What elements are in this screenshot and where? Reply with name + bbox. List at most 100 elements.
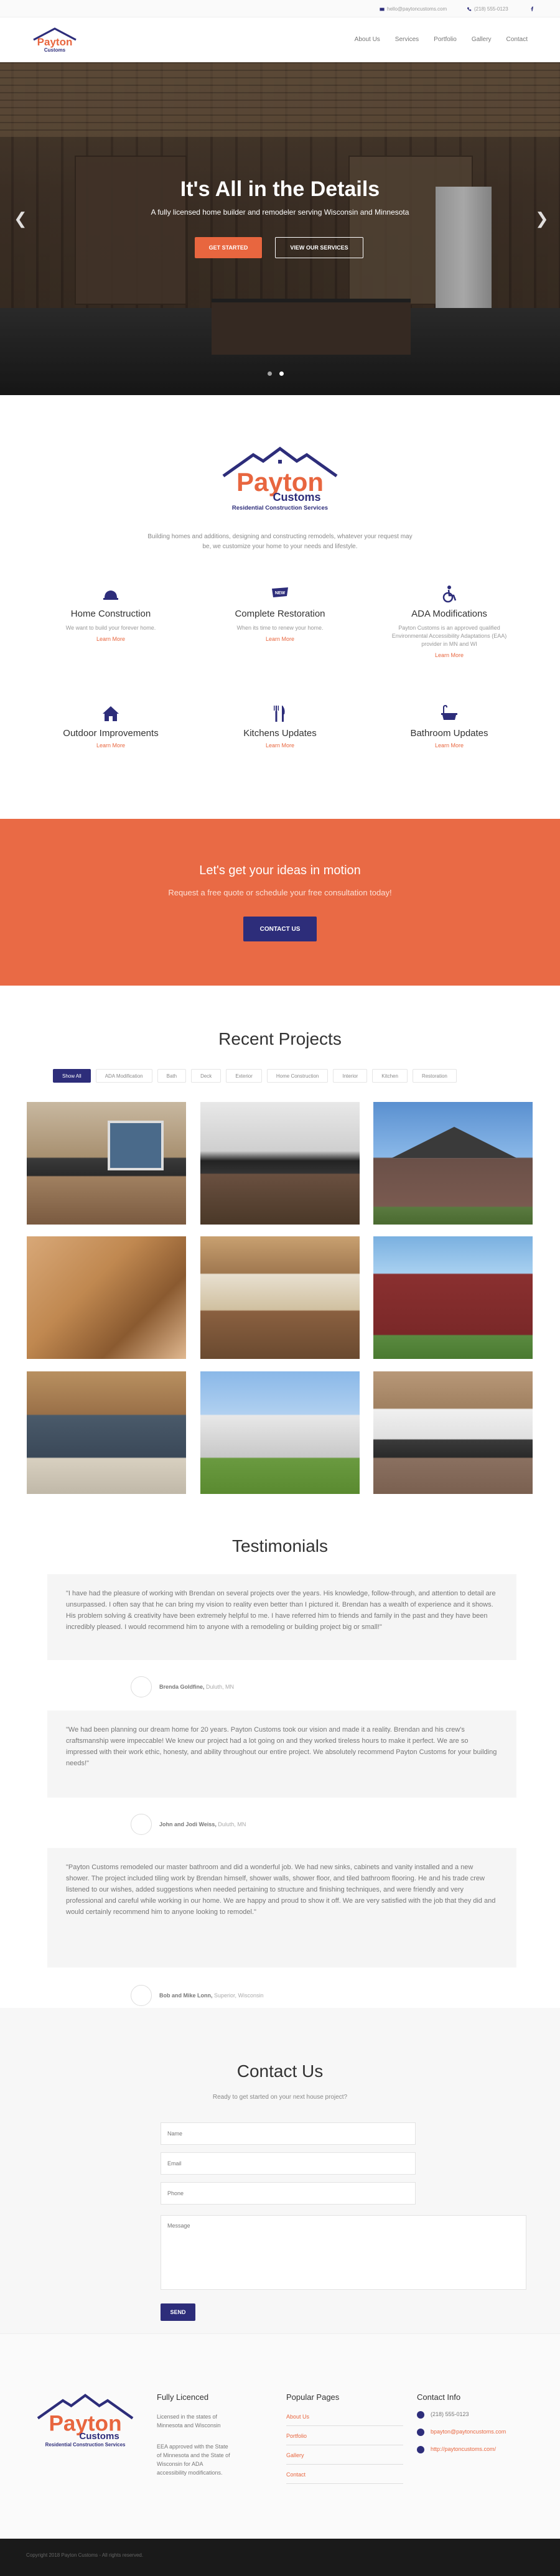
contact-title: Contact Us bbox=[236, 2061, 324, 2081]
footer-link-contact[interactable]: Contact bbox=[286, 2471, 403, 2484]
copyright-text: Copyright 2018 Payton Customs - All righ… bbox=[26, 2552, 144, 2558]
service-complete-restoration: NEW Complete Restoration When its time t… bbox=[199, 585, 361, 644]
nav-about[interactable]: About Us bbox=[355, 36, 380, 43]
author-name: John and Jodi Weiss, bbox=[159, 1821, 217, 1827]
nav-contact[interactable]: Contact bbox=[506, 36, 528, 43]
service-outdoor-improvements: Outdoor Improvements Learn More bbox=[30, 704, 192, 750]
filter-show-all[interactable]: Show All bbox=[53, 1069, 91, 1083]
avatar bbox=[131, 1985, 152, 2006]
author-location: Duluth, MN bbox=[218, 1821, 246, 1827]
wheelchair-icon bbox=[442, 586, 457, 603]
topbar-email[interactable]: hello@paytoncustoms.com bbox=[380, 6, 447, 12]
project-thumbnail[interactable] bbox=[373, 1236, 533, 1359]
service-text: Payton Customs is an approved qualified … bbox=[391, 625, 507, 647]
nav-services[interactable]: Services bbox=[395, 36, 419, 43]
hard-hat-icon bbox=[103, 590, 118, 600]
nav-portfolio[interactable]: Portfolio bbox=[434, 36, 457, 43]
home-icon bbox=[103, 706, 119, 721]
phone-field[interactable] bbox=[161, 2182, 416, 2205]
testimonial-quote: "I have had the pleasure of working with… bbox=[66, 1590, 496, 1631]
learn-more-link[interactable]: Learn More bbox=[266, 742, 294, 749]
learn-more-link[interactable]: Learn More bbox=[435, 652, 464, 658]
hero-title: It's All in the Details bbox=[180, 177, 380, 201]
service-title: Home Construction bbox=[70, 609, 151, 619]
project-thumbnail[interactable] bbox=[200, 1102, 360, 1225]
footer-contact-title: Contact Info bbox=[417, 2392, 461, 2402]
filter-exterior[interactable]: Exterior bbox=[226, 1069, 262, 1083]
slider-prev-icon[interactable]: ❮ bbox=[14, 209, 27, 228]
svg-text:Residential Construction Servi: Residential Construction Services bbox=[45, 2442, 126, 2448]
author-name: Brenda Goldfine, bbox=[159, 1684, 205, 1690]
footer-pages-title: Popular Pages bbox=[286, 2392, 340, 2402]
topbar-phone[interactable]: (218) 555-0123 bbox=[467, 6, 508, 12]
avatar bbox=[131, 1676, 152, 1697]
main-nav: About Us Services Portfolio Gallery Cont… bbox=[355, 36, 528, 43]
testimonial-quote: "We had been planning our dream home for… bbox=[66, 1726, 497, 1767]
phone-icon bbox=[417, 2411, 424, 2419]
cta-title: Let's get your ideas in motion bbox=[199, 864, 361, 877]
slider-dot[interactable] bbox=[268, 371, 272, 376]
service-title: Bathroom Updates bbox=[410, 728, 488, 739]
service-title: ADA Modifications bbox=[411, 609, 487, 619]
contact-subtitle: Ready to get started on your next house … bbox=[212, 2094, 348, 2101]
filter-interior[interactable]: Interior bbox=[333, 1069, 368, 1083]
facebook-icon[interactable] bbox=[530, 6, 534, 11]
slider-dot[interactable] bbox=[279, 371, 284, 376]
logo-name-top: Payton bbox=[37, 36, 73, 48]
footer-link-about[interactable]: About Us bbox=[286, 2414, 403, 2426]
filter-restoration[interactable]: Restoration bbox=[412, 1069, 457, 1083]
filter-home-construction[interactable]: Home Construction bbox=[266, 1069, 329, 1083]
nav-gallery[interactable]: Gallery bbox=[472, 36, 492, 43]
logo[interactable]: Payton Customs bbox=[30, 26, 80, 54]
cta-subtitle: Request a free quote or schedule your fr… bbox=[168, 888, 392, 897]
message-field[interactable] bbox=[161, 2215, 526, 2290]
email-field[interactable] bbox=[161, 2152, 416, 2175]
send-button[interactable]: SEND bbox=[161, 2303, 195, 2321]
testimonial-card: "Payton Customs remodeled our master bat… bbox=[47, 1848, 516, 1967]
project-thumbnail[interactable] bbox=[27, 1371, 186, 1494]
learn-more-link[interactable]: Learn More bbox=[435, 742, 464, 749]
footer-link-gallery[interactable]: Gallery bbox=[286, 2452, 403, 2465]
learn-more-link[interactable]: Learn More bbox=[96, 742, 125, 749]
project-thumbnail[interactable] bbox=[27, 1102, 186, 1225]
project-thumbnail[interactable] bbox=[27, 1236, 186, 1359]
service-text: When its time to renew your home. bbox=[236, 625, 324, 631]
footer-email[interactable]: bpayton@paytoncustoms.com bbox=[417, 2429, 506, 2436]
footer-eea-text: EEA approved with the State of Minnesota… bbox=[157, 2443, 230, 2476]
view-services-button[interactable]: VIEW OUR SERVICES bbox=[275, 237, 363, 258]
project-thumbnail[interactable] bbox=[373, 1371, 533, 1494]
service-bathroom-updates: Bathroom Updates Learn More bbox=[368, 704, 530, 750]
service-text: We want to build your forever home. bbox=[65, 625, 156, 631]
filter-ada[interactable]: ADA Modification bbox=[95, 1069, 152, 1083]
service-title: Complete Restoration bbox=[235, 609, 325, 619]
service-title: Kitchens Updates bbox=[243, 728, 317, 739]
filter-bath[interactable]: Bath bbox=[157, 1069, 187, 1083]
svg-text:NEW: NEW bbox=[275, 591, 286, 595]
project-thumbnail[interactable] bbox=[373, 1102, 533, 1225]
footer-link-portfolio[interactable]: Portfolio bbox=[286, 2433, 403, 2445]
project-thumbnail[interactable] bbox=[200, 1371, 360, 1494]
service-kitchens-updates: Kitchens Updates Learn More bbox=[199, 704, 361, 750]
avatar bbox=[131, 1814, 152, 1835]
contact-us-button[interactable]: CONTACT US bbox=[243, 917, 317, 941]
learn-more-link[interactable]: Learn More bbox=[266, 636, 294, 642]
name-field[interactable] bbox=[161, 2122, 416, 2145]
project-thumbnail[interactable] bbox=[200, 1236, 360, 1359]
testimonial-card: "I have had the pleasure of working with… bbox=[47, 1574, 516, 1660]
testimonial-quote: "Payton Customs remodeled our master bat… bbox=[66, 1864, 496, 1916]
top-bar: hello@paytoncustoms.com (218) 555-0123 bbox=[0, 0, 560, 17]
service-home-construction: Home Construction We want to build your … bbox=[30, 585, 192, 644]
footer-web[interactable]: http://paytoncustoms.com/ bbox=[417, 2446, 496, 2453]
footer-phone[interactable]: (218) 555-0123 bbox=[417, 2411, 469, 2419]
phone-icon bbox=[467, 7, 472, 11]
testimonial-card: "We had been planning our dream home for… bbox=[47, 1710, 516, 1798]
get-started-button[interactable]: GET STARTED bbox=[195, 237, 262, 258]
bathtub-icon bbox=[441, 704, 457, 720]
filter-deck[interactable]: Deck bbox=[191, 1069, 222, 1083]
utensils-icon bbox=[274, 706, 285, 722]
slider-next-icon[interactable]: ❯ bbox=[535, 209, 549, 228]
filter-kitchen[interactable]: Kitchen bbox=[372, 1069, 408, 1083]
footer-logo[interactable]: Payton Customs Residential Construction … bbox=[35, 2391, 135, 2448]
site-header: Payton Customs About Us Services Portfol… bbox=[0, 17, 560, 62]
learn-more-link[interactable]: Learn More bbox=[96, 636, 125, 642]
